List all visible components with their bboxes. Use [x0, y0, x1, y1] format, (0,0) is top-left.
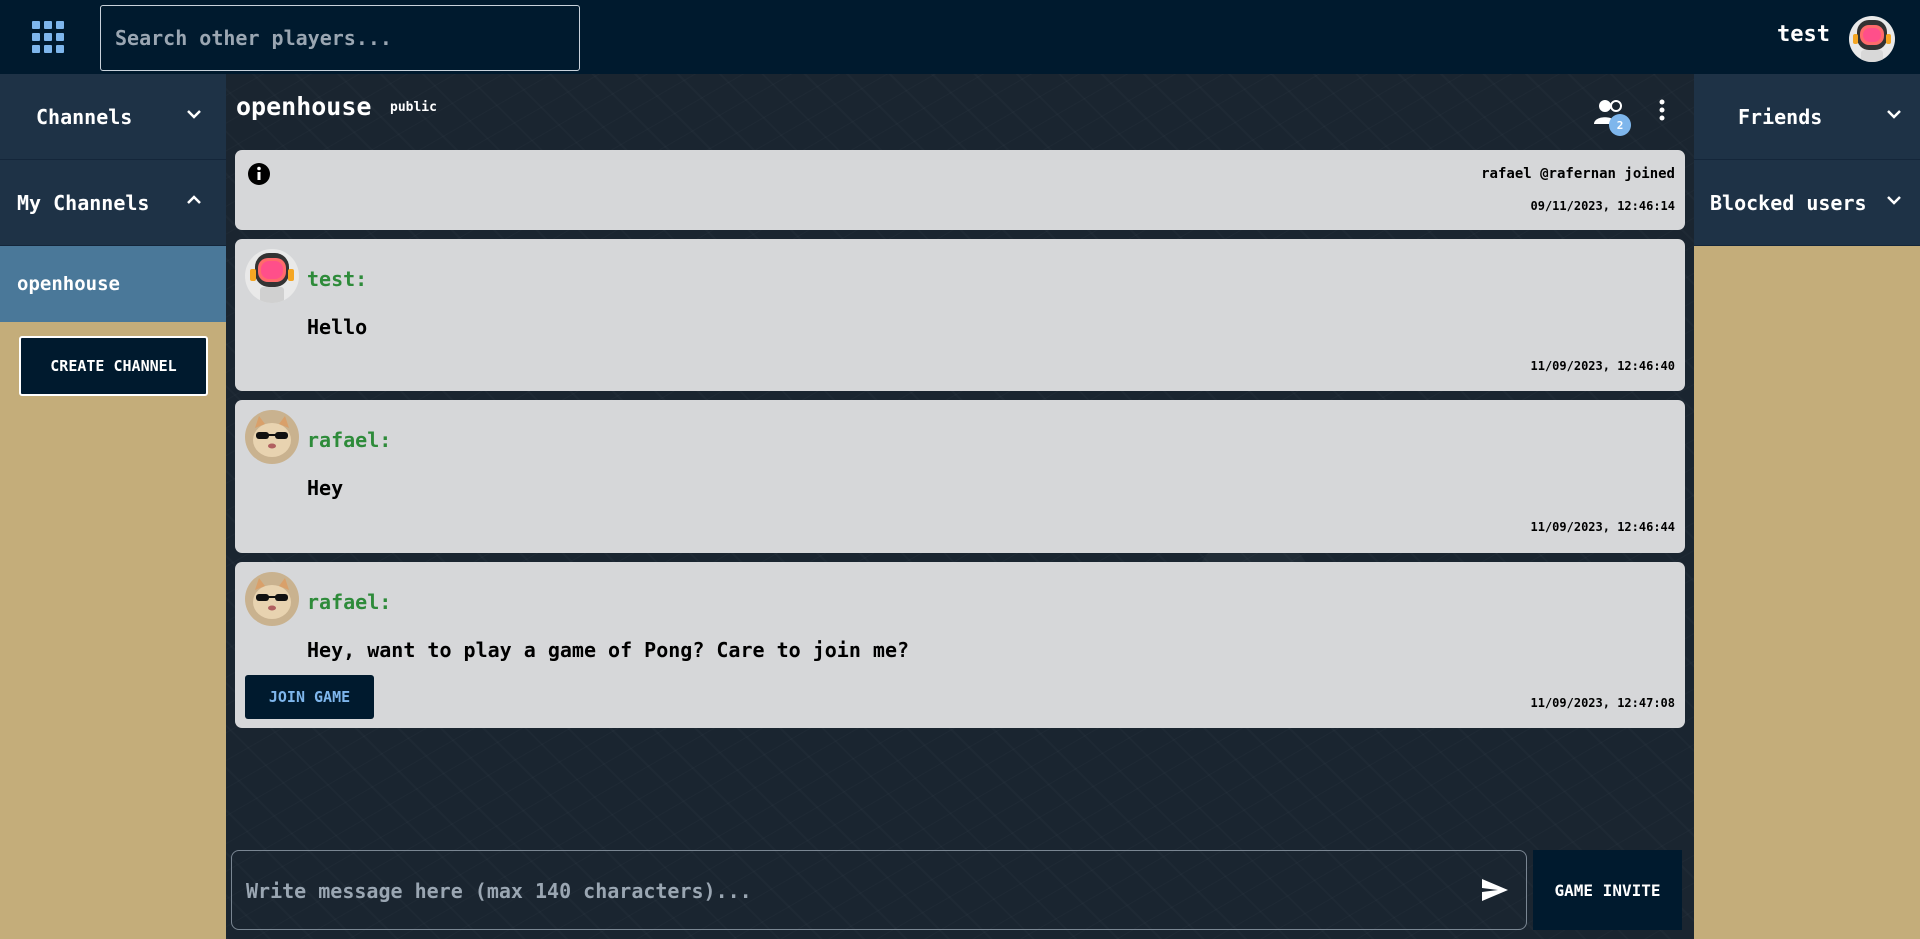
more-options-icon[interactable] — [1656, 98, 1668, 124]
username-label: test — [1777, 22, 1830, 47]
cat-sunglasses-avatar[interactable] — [245, 410, 299, 464]
blocked-users-label: Blocked users — [1710, 190, 1867, 215]
channel-item-label: openhouse — [17, 273, 120, 295]
right-sidebar: Friends Blocked users — [1694, 74, 1920, 246]
chevron-down-icon — [1887, 196, 1901, 205]
blocked-users-toggle[interactable]: Blocked users — [1694, 160, 1920, 246]
left-sidebar: Channels My Channels openhouse — [0, 74, 226, 322]
chevron-down-icon — [1887, 110, 1901, 119]
chat-panel: openhouse public 2 rafael @rafernan join… — [226, 74, 1694, 939]
cat-sunglasses-avatar[interactable] — [245, 572, 299, 626]
my-channels-label: My Channels — [17, 190, 150, 215]
message-text: Hello — [307, 315, 368, 339]
message-timestamp: 09/11/2023, 12:46:14 — [1530, 199, 1676, 213]
create-channel-button[interactable]: CREATE CHANNEL — [19, 336, 208, 396]
message-input[interactable] — [246, 873, 1446, 909]
members-count-badge: 2 — [1609, 114, 1631, 136]
user-avatar[interactable] — [1849, 16, 1895, 62]
astronaut-avatar[interactable] — [245, 249, 299, 303]
system-message: rafael @rafernan joined 09/11/2023, 12:4… — [235, 150, 1685, 230]
my-channels-toggle[interactable]: My Channels — [0, 160, 226, 246]
friends-label: Friends — [1738, 104, 1823, 129]
top-bar: test — [0, 0, 1920, 74]
chat-message: rafael: Hey 11/09/2023, 12:46:44 — [235, 400, 1685, 553]
channels-label: Channels — [36, 104, 133, 129]
message-composer — [231, 850, 1527, 930]
channel-title: openhouse — [236, 92, 372, 121]
chevron-down-icon — [187, 110, 201, 119]
join-game-button[interactable]: JOIN GAME — [245, 675, 374, 719]
apps-grid-icon[interactable] — [32, 21, 64, 53]
friends-toggle[interactable]: Friends — [1694, 74, 1920, 160]
send-icon[interactable] — [1480, 877, 1510, 903]
message-author[interactable]: rafael: — [307, 590, 391, 614]
info-icon — [248, 163, 270, 185]
chevron-up-icon — [187, 195, 201, 204]
message-text: Hey, want to play a game of Pong? Care t… — [307, 638, 910, 662]
chat-message: rafael: Hey, want to play a game of Pong… — [235, 562, 1685, 728]
message-author[interactable]: test: — [307, 267, 367, 291]
search-players-input[interactable] — [100, 5, 580, 71]
channels-toggle[interactable]: Channels — [0, 74, 226, 160]
message-timestamp: 11/09/2023, 12:46:44 — [1530, 520, 1676, 534]
channel-item-openhouse[interactable]: openhouse — [0, 246, 226, 322]
message-author[interactable]: rafael: — [307, 428, 391, 452]
channel-type-badge: public — [390, 100, 437, 115]
game-invite-button[interactable]: GAME INVITE — [1533, 850, 1682, 930]
message-text: Hey — [307, 476, 344, 500]
message-timestamp: 11/09/2023, 12:46:40 — [1530, 359, 1676, 373]
system-message-text: rafael @rafernan joined — [1481, 166, 1675, 182]
chat-message: test: Hello 11/09/2023, 12:46:40 — [235, 239, 1685, 391]
message-timestamp: 11/09/2023, 12:47:08 — [1530, 696, 1676, 710]
